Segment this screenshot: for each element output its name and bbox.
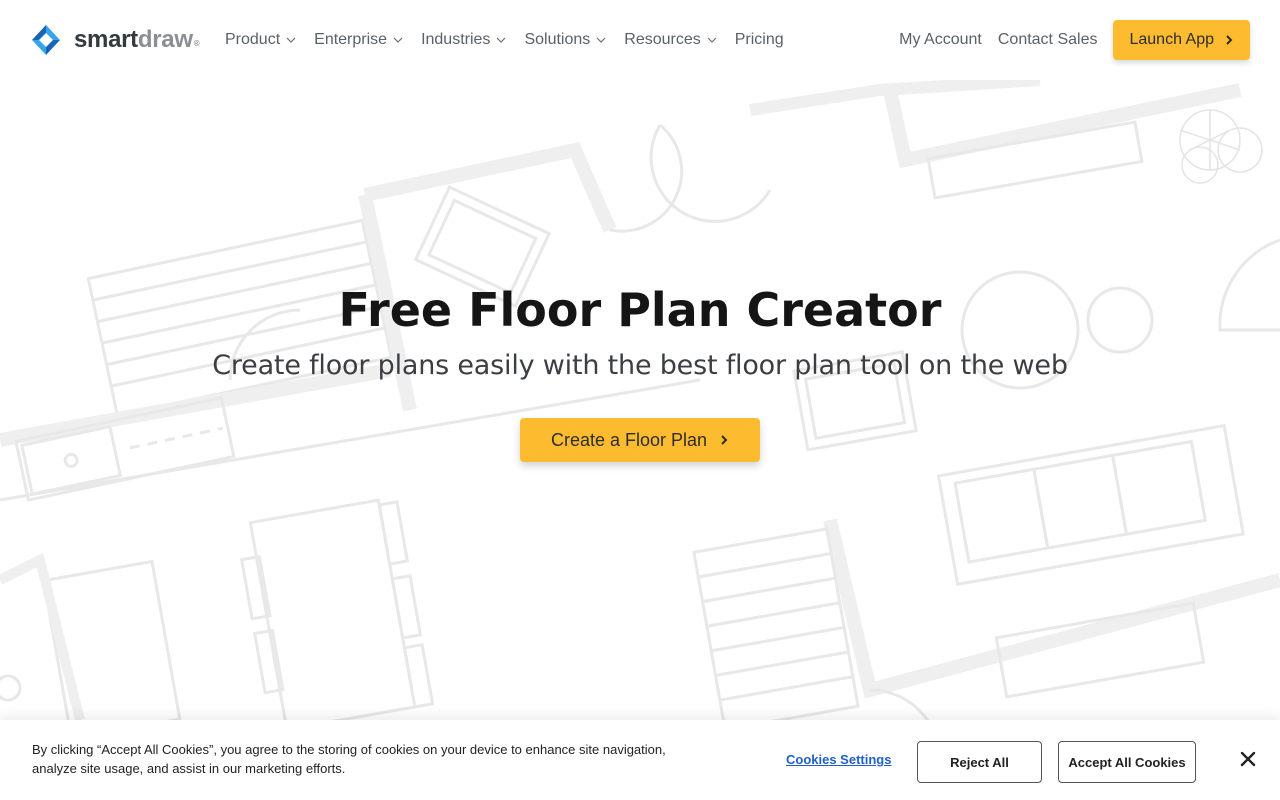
hero-section: Free Floor Plan Creator Create floor pla… bbox=[0, 280, 1280, 462]
header-actions: My Account Contact Sales Launch App bbox=[899, 20, 1250, 60]
chevron-right-icon bbox=[1226, 35, 1233, 45]
cookie-banner: By clicking “Accept All Cookies”, you ag… bbox=[0, 720, 1280, 800]
chevron-down-icon bbox=[393, 37, 403, 43]
nav-item-product[interactable]: Product bbox=[225, 28, 296, 52]
nav-item-label: Solutions bbox=[524, 31, 591, 48]
logo-trademark: ® bbox=[193, 39, 200, 48]
accept-all-cookies-button[interactable]: Accept All Cookies bbox=[1058, 741, 1196, 783]
chevron-down-icon bbox=[286, 37, 296, 43]
chevron-down-icon bbox=[707, 37, 717, 43]
nav-item-resources[interactable]: Resources bbox=[624, 28, 717, 52]
nav-item-enterprise[interactable]: Enterprise bbox=[314, 28, 403, 52]
smartdraw-logo-icon bbox=[32, 25, 60, 55]
page-title: Free Floor Plan Creator bbox=[338, 283, 942, 337]
nav-item-pricing[interactable]: Pricing bbox=[735, 28, 784, 52]
chevron-right-icon bbox=[721, 435, 728, 445]
nav-item-industries[interactable]: Industries bbox=[421, 28, 506, 52]
close-icon[interactable] bbox=[1238, 749, 1258, 769]
logo-text-smart: smart bbox=[74, 26, 138, 53]
launch-app-label: Launch App bbox=[1129, 31, 1214, 48]
nav-item-label: Product bbox=[225, 31, 281, 48]
my-account-link[interactable]: My Account bbox=[899, 31, 982, 49]
logo-text-draw: draw bbox=[137, 26, 193, 53]
nav-item-label: Resources bbox=[624, 31, 701, 48]
contact-sales-link[interactable]: Contact Sales bbox=[998, 31, 1098, 49]
cta-wrapper: Create a Floor Plan bbox=[0, 418, 1280, 462]
nav-item-solutions[interactable]: Solutions bbox=[524, 28, 606, 52]
smartdraw-logo[interactable]: smartdraw® bbox=[30, 24, 200, 56]
create-floor-plan-label: Create a Floor Plan bbox=[550, 429, 708, 450]
launch-app-button[interactable]: Launch App bbox=[1113, 20, 1250, 60]
nav-item-label: Enterprise bbox=[314, 31, 388, 48]
nav-item-label: Pricing bbox=[734, 31, 784, 48]
cookies-settings-link[interactable]: Cookies Settings bbox=[786, 752, 891, 767]
chevron-down-icon bbox=[497, 37, 506, 43]
page-subtitle: Create floor plans easily with the best … bbox=[212, 350, 1068, 381]
main-nav: Product Enterprise Industries Solutions … bbox=[225, 28, 802, 52]
chevron-down-icon bbox=[596, 37, 606, 43]
site-header: smartdraw® Product Enterprise Industries… bbox=[0, 0, 1280, 80]
reject-all-button[interactable]: Reject All bbox=[917, 741, 1042, 783]
cookie-banner-text: By clicking “Accept All Cookies”, you ag… bbox=[32, 742, 666, 776]
create-floor-plan-button[interactable]: Create a Floor Plan bbox=[520, 418, 760, 462]
nav-item-label: Industries bbox=[421, 31, 491, 48]
logo-wordmark: smartdraw® bbox=[74, 24, 200, 56]
